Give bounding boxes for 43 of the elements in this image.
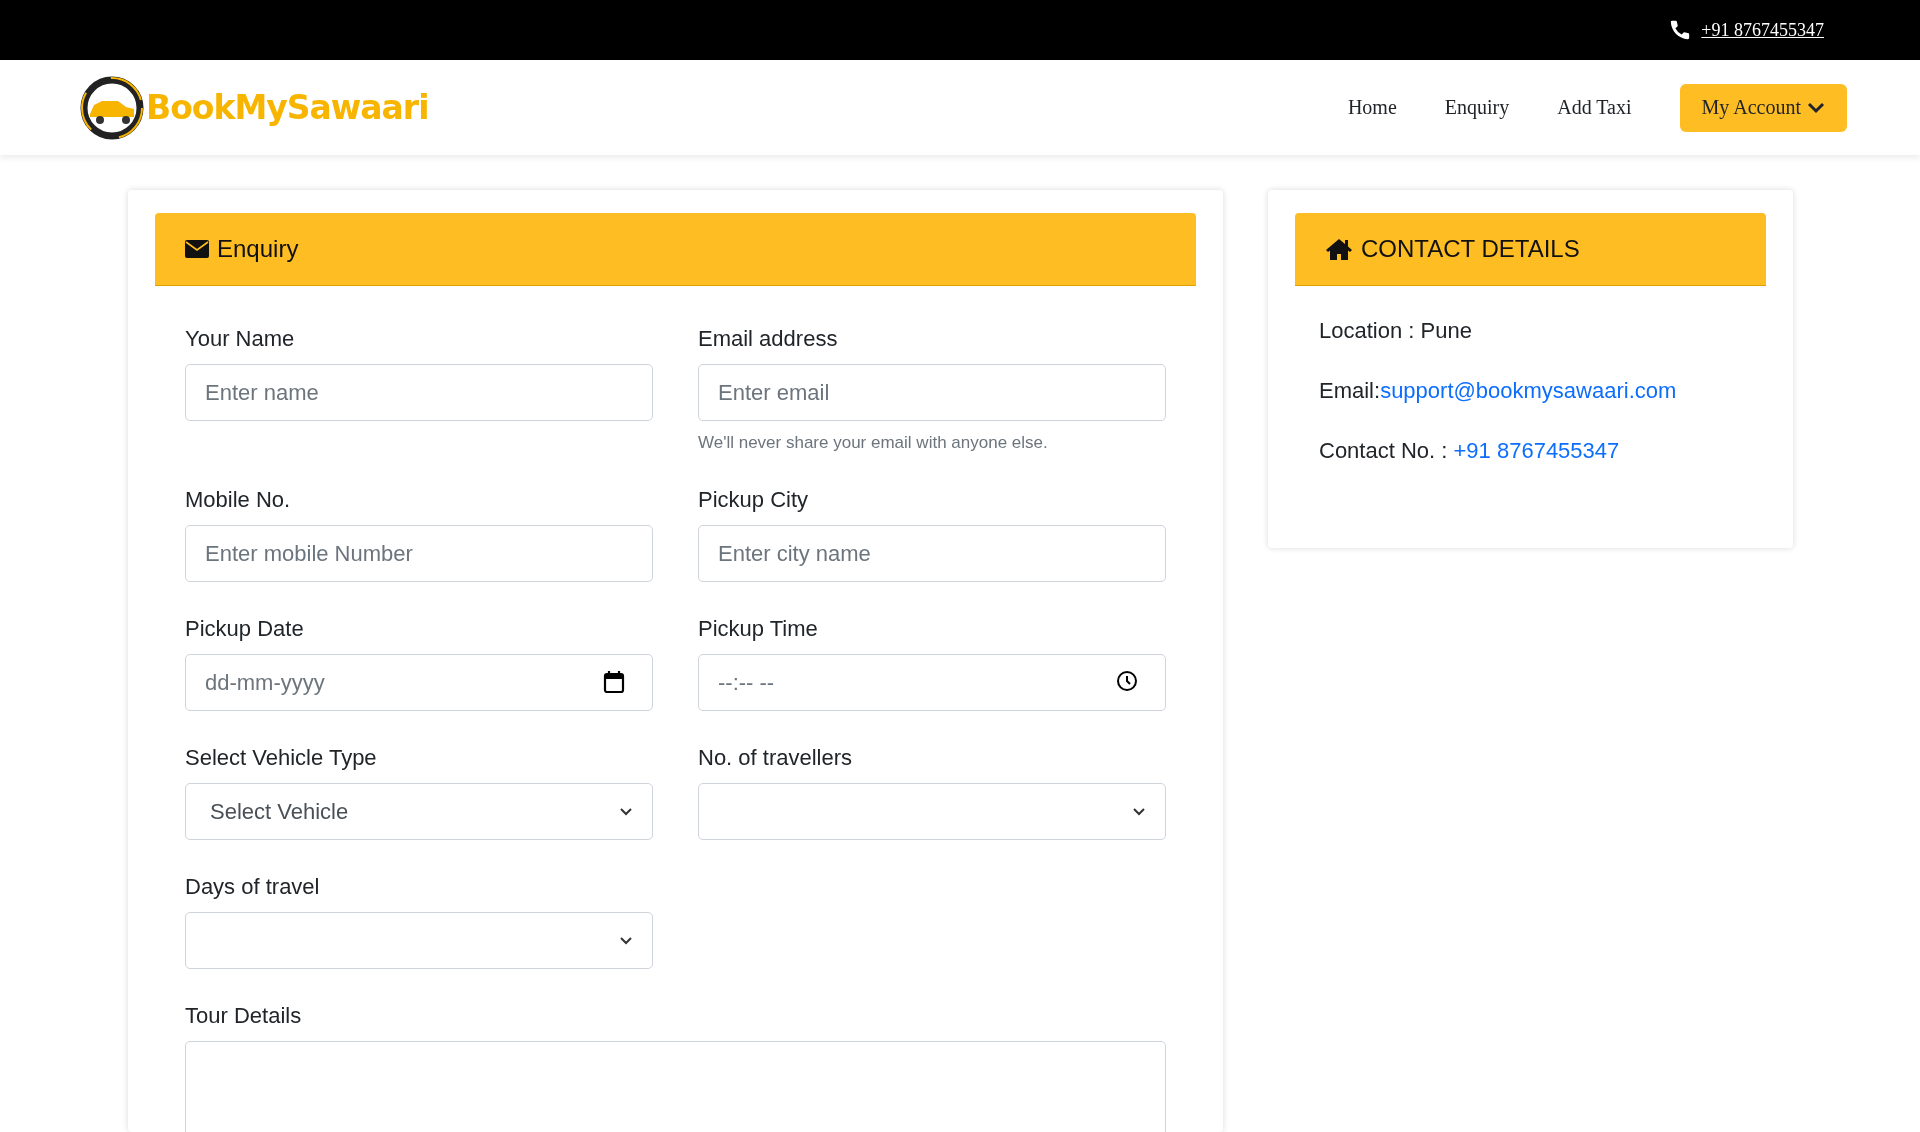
- phone-link[interactable]: +91 8767455347: [1701, 19, 1824, 41]
- email-link[interactable]: support@bookmysawaari.com: [1380, 378, 1677, 403]
- date-field[interactable]: dd-mm-yyyy: [185, 654, 653, 711]
- field-label: No. of travellers: [698, 745, 854, 771]
- field-label: Mobile No.: [185, 487, 292, 513]
- card-title: Enquiry: [217, 235, 299, 263]
- chevron-down-icon: [619, 806, 633, 817]
- calendar-icon[interactable]: [603, 670, 625, 694]
- help-text: We'll never share your email with anyone else.: [698, 433, 1049, 453]
- text-field[interactable]: Enter name: [185, 364, 653, 421]
- phone-icon: [1669, 19, 1692, 41]
- card-title: CONTACT DETAILS: [1361, 235, 1580, 263]
- field-label: Pickup Time: [698, 616, 819, 642]
- text-field[interactable]: Enter mobile Number: [185, 525, 653, 582]
- location-text: Location : Pune: [1319, 317, 1473, 345]
- car-logo-icon: [80, 75, 144, 140]
- email-label: Email:: [1319, 378, 1381, 403]
- nav-link[interactable]: Add Taxi: [1557, 96, 1632, 118]
- home-icon: [1325, 237, 1353, 261]
- phone-link[interactable]: +91 8767455347: [1453, 438, 1620, 463]
- my-account-button[interactable]: My Account: [1679, 83, 1847, 132]
- field-label: Select Vehicle Type: [185, 745, 378, 771]
- field-label: Pickup Date: [185, 616, 305, 642]
- logo-text: BookMySawaari: [146, 88, 429, 127]
- chevron-down-icon: [619, 935, 633, 946]
- clock-icon[interactable]: [1116, 670, 1138, 692]
- nav-link[interactable]: Enquiry: [1444, 96, 1510, 118]
- dropdown-field[interactable]: [185, 912, 653, 969]
- chevron-down-icon: [1807, 100, 1825, 115]
- contact-label: Contact No. :: [1319, 438, 1449, 463]
- dropdown-field[interactable]: Select Vehicle: [185, 783, 653, 840]
- envelope-icon: [185, 240, 209, 258]
- nav-link[interactable]: Home: [1347, 96, 1397, 118]
- field-label: Days of travel: [185, 874, 321, 900]
- text-field[interactable]: Enter city name: [698, 525, 1166, 582]
- field-label: Your Name: [185, 326, 296, 352]
- field-label: Tour Details: [185, 1003, 303, 1029]
- time-field[interactable]: --:-- --: [698, 654, 1166, 711]
- field-label: Pickup City: [698, 487, 810, 513]
- dropdown-field[interactable]: [698, 783, 1166, 840]
- chevron-down-icon: [1132, 806, 1146, 817]
- field-label: Email address: [698, 326, 839, 352]
- text-field[interactable]: Enter email: [698, 364, 1166, 421]
